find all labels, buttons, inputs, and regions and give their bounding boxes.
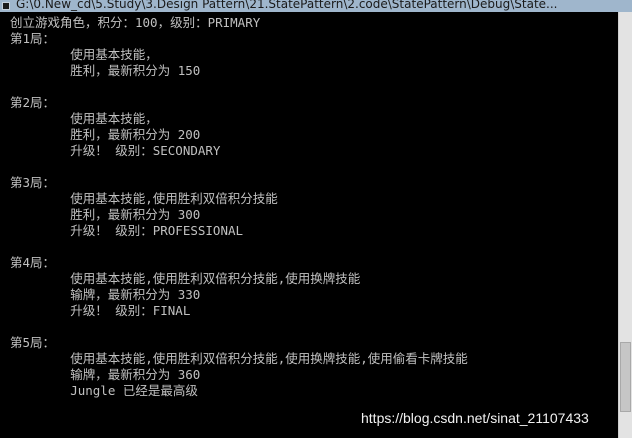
- watermark-url: https://blog.csdn.net/sinat_21107433: [361, 410, 589, 426]
- console-line: 输牌，最新积分为 330: [10, 287, 201, 302]
- console-window: G:\0.New_cd\5.Study\3.Design Pattern\21.…: [0, 0, 632, 438]
- console-line: 胜利，最新积分为 300: [10, 207, 201, 222]
- vertical-scrollbar[interactable]: [618, 12, 632, 438]
- scrollbar-thumb[interactable]: [620, 342, 631, 412]
- console-line: 胜利，最新积分为 200: [10, 127, 201, 142]
- console-app-icon: [2, 2, 10, 10]
- console-line: 使用基本技能，: [10, 111, 158, 126]
- console-line: 创立游戏角色，积分：100，级别：PRIMARY: [10, 15, 261, 30]
- console-line: 第5局：: [10, 335, 56, 350]
- console-line: 升级！ 级别：FINAL: [10, 303, 191, 318]
- console-line: 胜利，最新积分为 150: [10, 63, 201, 78]
- console-output[interactable]: 创立游戏角色，积分：100，级别：PRIMARY 第1局： 使用基本技能， 胜利…: [0, 12, 618, 438]
- console-line: 输牌，最新积分为 360: [10, 367, 201, 382]
- title-bar[interactable]: G:\0.New_cd\5.Study\3.Design Pattern\21.…: [0, 0, 632, 12]
- console-line: 第3局：: [10, 175, 56, 190]
- console-line: 第2局：: [10, 95, 56, 110]
- console-line: 第1局：: [10, 31, 56, 46]
- console-line: 使用基本技能,使用胜利双倍积分技能,使用换牌技能,使用偷看卡牌技能: [10, 351, 468, 366]
- console-line: 使用基本技能,使用胜利双倍积分技能,使用换牌技能: [10, 271, 361, 286]
- console-line: 使用基本技能，: [10, 47, 158, 62]
- console-line: 第4局：: [10, 255, 56, 270]
- console-line: 升级！ 级别：PROFESSIONAL: [10, 223, 244, 238]
- console-line: Jungle 已经是最高级: [10, 383, 198, 398]
- console-line: 使用基本技能,使用胜利双倍积分技能: [10, 191, 278, 206]
- window-title: G:\0.New_cd\5.Study\3.Design Pattern\21.…: [16, 0, 558, 11]
- console-line: 升级！ 级别：SECONDARY: [10, 143, 221, 158]
